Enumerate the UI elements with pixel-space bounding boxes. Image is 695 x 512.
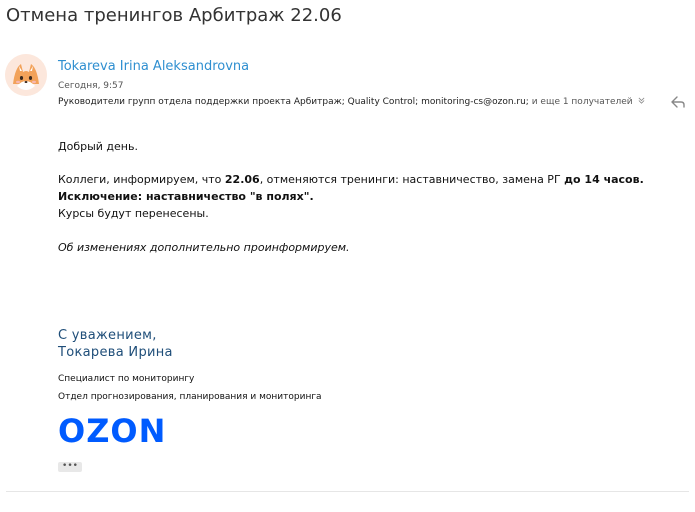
signature-name: Токарева Ирина xyxy=(58,345,173,360)
signature-position: Специалист по мониторингу xyxy=(58,374,195,384)
email-timestamp: Сегодня, 9:57 xyxy=(58,81,124,91)
body-line-4: Об изменениях дополнительно проинформиру… xyxy=(58,241,350,254)
reply-arrow-icon[interactable] xyxy=(670,94,686,108)
sender-avatar[interactable] xyxy=(5,54,47,96)
body-line-2: Исключение: наставничество "в полях". xyxy=(58,190,314,203)
show-trimmed-content-button[interactable]: ••• xyxy=(58,462,82,472)
body-line-1-mid: , отменяются тренинги: наставничество, з… xyxy=(259,173,565,186)
body-line-3: Курсы будут перенесены. xyxy=(58,207,209,220)
signature-regards: С уважением, xyxy=(58,328,157,343)
recipients-list: Руководители групп отдела поддержки прое… xyxy=(58,97,529,107)
signature-department: Отдел прогнозирования, планирования и мо… xyxy=(58,392,322,402)
body-line-1-pre: Коллеги, информируем, что xyxy=(58,173,225,186)
body-line-1-bold: до 14 часов. xyxy=(564,173,644,186)
email-subject: Отмена тренингов Арбитраж 22.06 xyxy=(6,5,342,26)
greeting: Добрый день. xyxy=(58,140,138,153)
divider xyxy=(6,491,689,492)
ozon-logo: OZON xyxy=(58,412,167,450)
chevron-down-icon[interactable] xyxy=(638,97,645,106)
fox-avatar-icon xyxy=(5,54,47,96)
recipients-line: Руководители групп отдела поддержки прое… xyxy=(58,97,645,107)
body-line-1-date: 22.06 xyxy=(224,173,260,186)
sender-name-link[interactable]: Tokareva Irina Aleksandrovna xyxy=(58,59,249,74)
body-line-1: Коллеги, информируем, что 22.06, отменяю… xyxy=(58,171,644,188)
more-recipients-link[interactable]: и еще 1 получателей xyxy=(532,97,633,107)
